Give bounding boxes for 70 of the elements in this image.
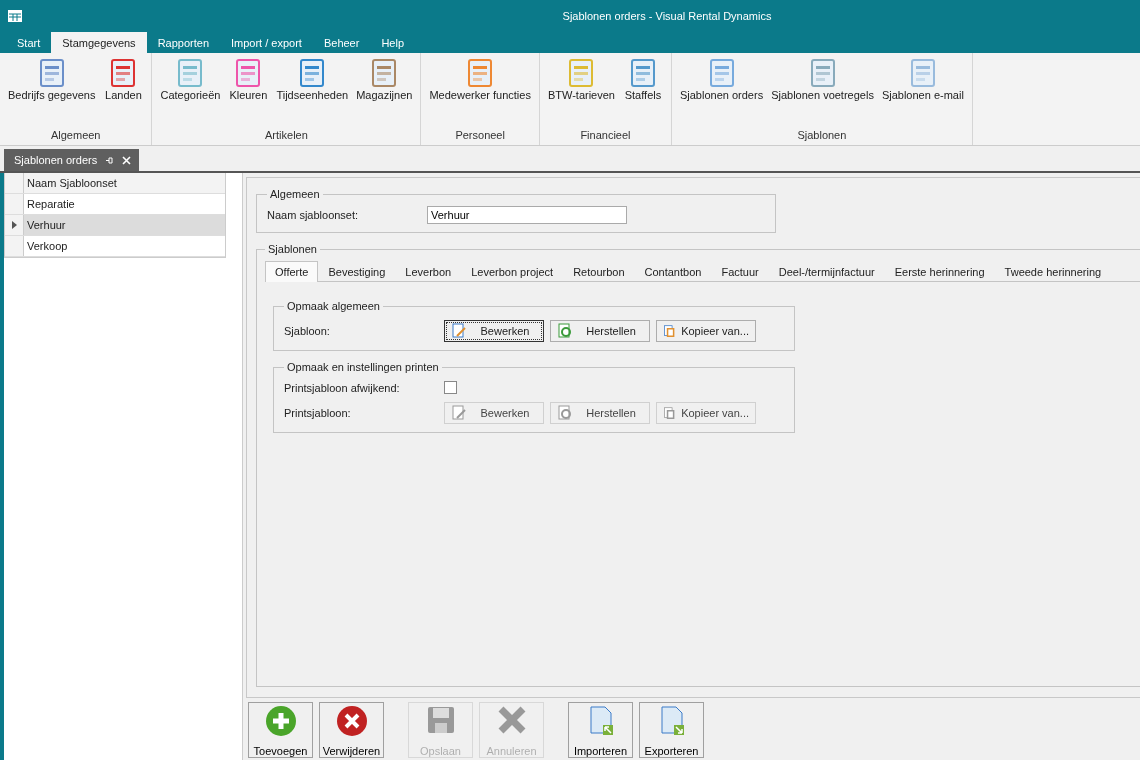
group-title: Opmaak en instellingen printen — [286, 361, 440, 373]
ribbon-tab[interactable]: Help — [370, 32, 416, 53]
row-indicator-icon — [11, 221, 17, 229]
field-label: Printsjabloon: — [284, 407, 352, 419]
ribbon-tab[interactable]: Beheer — [312, 32, 371, 53]
ribbon-tab[interactable]: Rapporten — [146, 32, 220, 53]
tab-title: Sjablonen orders — [14, 154, 98, 166]
ribbon-button[interactable]: Kleuren — [224, 53, 273, 129]
group-label: Algemeen — [49, 129, 102, 143]
document-tab[interactable]: Sjablonen orders — [4, 149, 140, 171]
template-button[interactable]: Kopieer van... — [656, 320, 756, 342]
template-tab[interactable]: Leverbon project — [461, 261, 564, 282]
column-header[interactable]: Naam Sjabloonset — [24, 173, 225, 193]
toolbar-button[interactable]: Exporteren — [639, 702, 704, 758]
checkbox[interactable] — [444, 381, 457, 394]
field-label: Printsjabloon afwijkend: — [284, 381, 401, 394]
group-label: Personeel — [454, 129, 506, 143]
plus-icon — [264, 705, 297, 737]
ribbon-button[interactable]: Tijdseenheden — [272, 53, 353, 129]
ribbon-button[interactable]: Magazijnen — [352, 53, 417, 129]
group-label: Artikelen — [264, 129, 309, 143]
ribbon-button[interactable]: Bedrijfs gegevens — [4, 53, 100, 129]
template-tab[interactable]: Factuur — [711, 261, 769, 282]
ribbon-button[interactable]: Medewerker functies — [425, 53, 535, 129]
edit-icon — [451, 405, 467, 421]
template-button[interactable]: Herstellen — [550, 320, 650, 342]
close-icon[interactable] — [122, 155, 132, 165]
ribbon-tab[interactable]: Stamgegevens — [51, 32, 147, 53]
ribbon-button[interactable]: Sjablonen orders — [675, 53, 768, 129]
template-tab[interactable]: Bevestiging — [318, 261, 396, 282]
ribbon-tab[interactable]: Start — [6, 32, 52, 53]
copy-icon — [663, 405, 676, 421]
field-label: Naam sjabloonset: — [267, 209, 360, 221]
toolbar-button[interactable]: Importeren — [568, 702, 633, 758]
template-tab[interactable]: Retourbon — [563, 261, 635, 282]
ribbon-button[interactable]: Sjablonen e-mail — [877, 53, 968, 129]
row-indicator[interactable] — [5, 215, 24, 235]
group-title: Algemeen — [269, 188, 321, 200]
save-icon — [425, 705, 456, 735]
template-tab[interactable]: Leverbon — [395, 261, 462, 282]
table-row[interactable]: Verhuur — [24, 215, 225, 235]
window-title: Sjablonen orders - Visual Rental Dynamics — [561, 10, 773, 22]
template-tab[interactable]: Offerte — [265, 261, 319, 282]
delete-icon — [335, 705, 368, 737]
refresh-icon — [557, 323, 573, 339]
template-tab[interactable]: Deel-/termijnfactuur — [768, 261, 885, 282]
group-title: Sjablonen — [267, 243, 318, 255]
toolbar-button[interactable]: Toevoegen — [248, 702, 313, 758]
toolbar-button[interactable]: Verwijderen — [319, 702, 384, 758]
edit-icon — [451, 323, 467, 339]
template-tab[interactable]: Tweede herinnering — [994, 261, 1112, 282]
ribbon-button[interactable]: Staffels — [618, 53, 667, 129]
copy-icon — [663, 323, 676, 339]
ribbon-button[interactable]: Landen — [99, 53, 148, 129]
app-icon — [8, 10, 22, 22]
name-input-field[interactable]: Verhuur — [427, 206, 627, 224]
template-tab[interactable]: Contantbon — [634, 261, 712, 282]
template-button[interactable]: Bewerken — [444, 320, 544, 342]
ribbon-button[interactable]: Sjablonen voetregels — [767, 53, 878, 129]
group-title: Opmaak algemeen — [286, 300, 381, 312]
group-label: Sjablonen — [796, 129, 848, 143]
refresh-icon — [557, 405, 573, 421]
ribbon-button[interactable]: Categorieën — [156, 53, 225, 129]
cancel-icon — [496, 705, 527, 735]
pin-icon[interactable] — [105, 155, 115, 165]
ribbon-tab[interactable]: Import / export — [220, 32, 313, 53]
field-label: Sjabloon: — [284, 325, 331, 337]
template-tab[interactable]: Eerste herinnering — [884, 261, 995, 282]
group-label: Financieel — [579, 129, 632, 143]
ribbon-button[interactable]: BTW-tarieven — [543, 53, 619, 129]
